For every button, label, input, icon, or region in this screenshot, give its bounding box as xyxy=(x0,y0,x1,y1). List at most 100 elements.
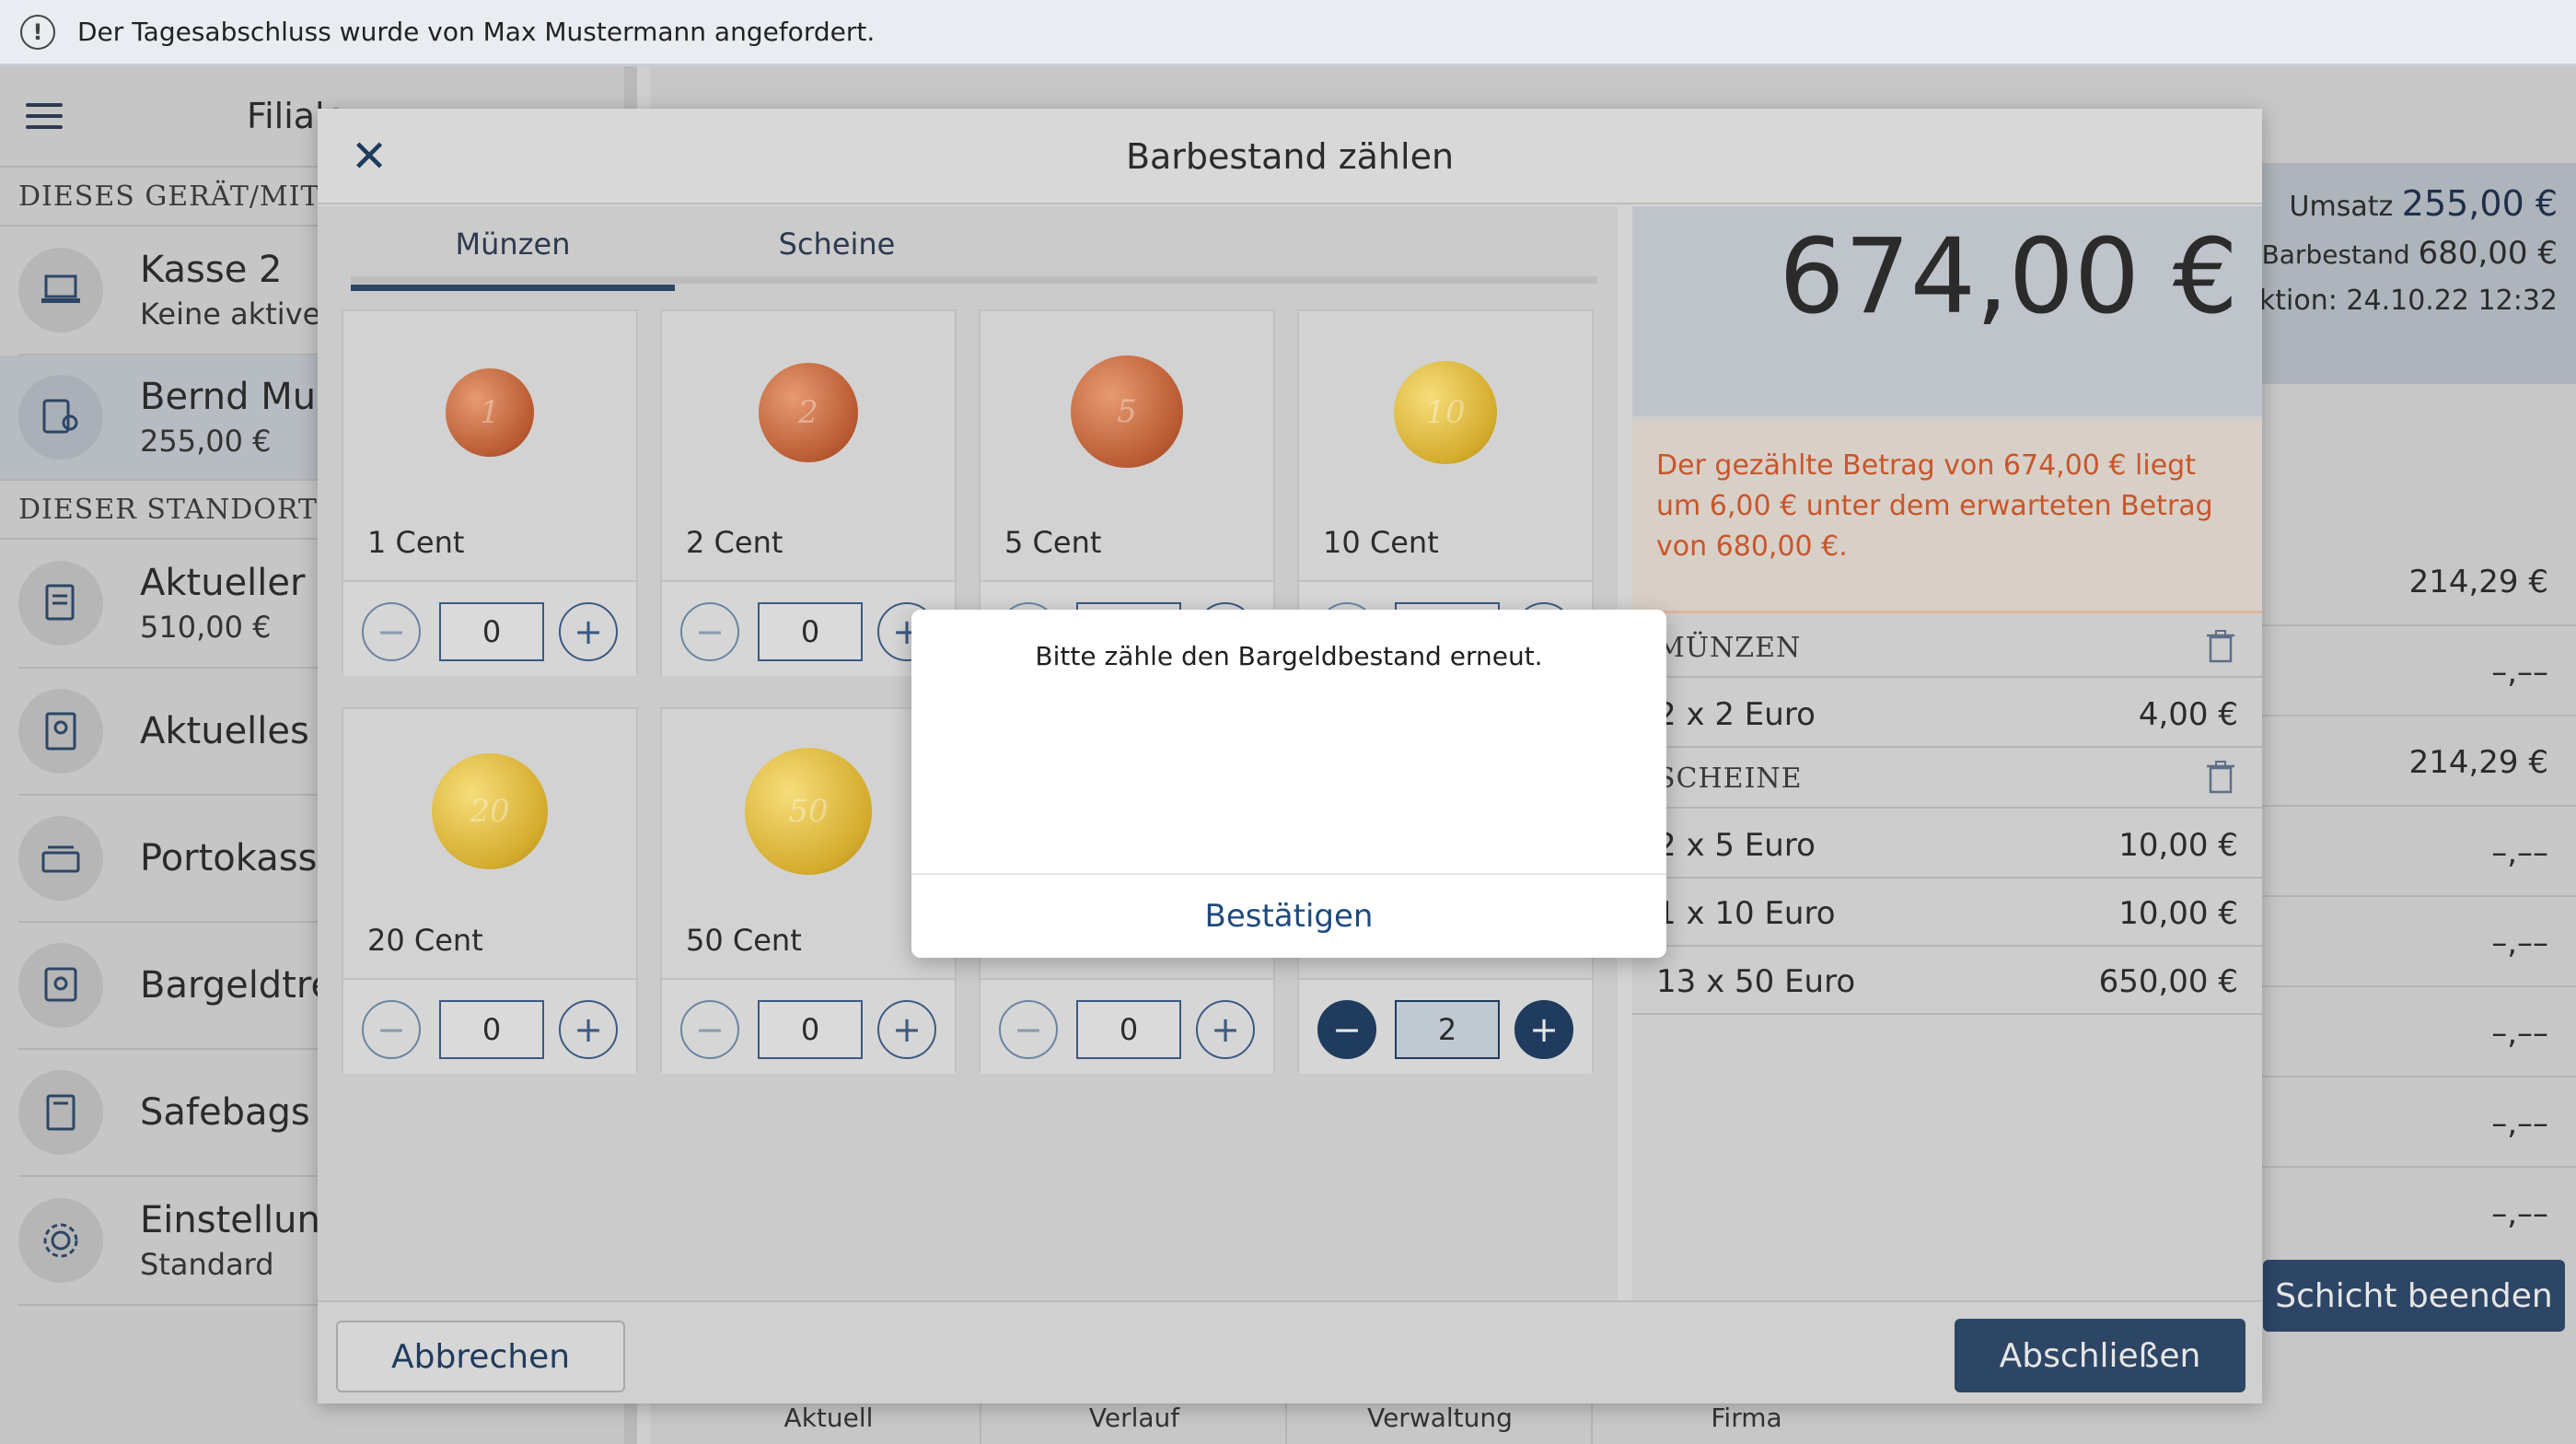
decrement-button[interactable]: − xyxy=(999,1000,1058,1059)
decrement-button[interactable]: − xyxy=(680,1000,739,1059)
coin-card: 1 1 Cent − 0 + xyxy=(342,309,638,676)
confirm-button[interactable]: Bestätigen xyxy=(911,875,1666,958)
ledger-icon xyxy=(18,689,103,774)
barbestand-value: 680,00 € xyxy=(2418,235,2558,272)
coin-20-cent-icon: 20 xyxy=(432,753,548,869)
coin-10-cent-icon: 10 xyxy=(1394,361,1497,464)
total-display: 674,00 € xyxy=(1632,206,2262,416)
umsatz-value: 255,00 € xyxy=(2401,183,2558,224)
row-value: 214,29 € xyxy=(2408,744,2548,781)
row-value: –,–– xyxy=(2491,925,2548,961)
modal-header: ✕ Barbestand zählen xyxy=(318,109,2262,204)
trash-icon[interactable] xyxy=(2207,761,2234,794)
decrement-button[interactable]: − xyxy=(1317,1000,1376,1059)
row-value: 10,00 € xyxy=(2118,827,2238,864)
coin-label: 5 Cent xyxy=(1004,525,1102,560)
list-row: –,–– xyxy=(2259,1077,2576,1168)
row-label: 2 x 2 Euro xyxy=(1656,696,1816,733)
increment-button[interactable]: + xyxy=(559,1000,618,1059)
list-row: –,–– xyxy=(2259,1168,2576,1258)
coin-2-cent-icon: 2 xyxy=(759,363,858,462)
row-value: –,–– xyxy=(2491,1195,2548,1232)
modal-title: Barbestand zählen xyxy=(1125,136,1455,177)
list-row: –,–– xyxy=(2259,807,2576,897)
increment-button[interactable]: + xyxy=(877,1000,936,1059)
coin-label: 50 Cent xyxy=(686,923,802,958)
row-value: –,–– xyxy=(2491,834,2548,871)
coin-1-cent-icon: 1 xyxy=(446,368,534,457)
decrement-button[interactable]: − xyxy=(362,1000,421,1059)
increment-button[interactable]: + xyxy=(559,602,618,661)
user-register-icon xyxy=(18,375,103,460)
menu-icon[interactable] xyxy=(26,96,63,136)
coin-card: 20 20 Cent − 0 + xyxy=(342,707,638,1074)
total-amount: 674,00 € xyxy=(1779,217,2238,337)
coin-label: 20 Cent xyxy=(367,923,483,958)
laptop-icon xyxy=(18,248,103,332)
summary-panel: Umsatz 255,00 € Barbestand 680,00 € sakt… xyxy=(2228,163,2576,384)
list-row: 214,29 € xyxy=(2259,716,2576,807)
list-row: –,–– xyxy=(2259,626,2576,716)
increment-button[interactable]: + xyxy=(1196,1000,1255,1059)
end-shift-button[interactable]: Schicht beenden xyxy=(2263,1260,2565,1332)
count-input[interactable]: 0 xyxy=(758,602,863,661)
umsatz-label: Umsatz xyxy=(2289,191,2394,223)
tab-muenzen[interactable]: Münzen xyxy=(351,227,675,291)
notification-text: Der Tagesabschluss wurde von Max Musterm… xyxy=(77,17,876,47)
count-input[interactable]: 2 xyxy=(1395,1000,1500,1059)
row-value: –,–– xyxy=(2491,1105,2548,1142)
section-title: MÜNZEN xyxy=(1656,632,1802,664)
increment-button[interactable]: + xyxy=(1514,1000,1573,1059)
decrement-button[interactable]: − xyxy=(680,602,739,661)
list-row: 214,29 € xyxy=(2259,536,2576,626)
trash-icon[interactable] xyxy=(2207,630,2234,663)
row-label: 13 x 50 Euro xyxy=(1656,963,1856,1000)
row-value: 4,00 € xyxy=(2138,696,2238,733)
notification-bar: ! Der Tagesabschluss wurde von Max Muste… xyxy=(0,0,2576,66)
row-label: 1 x 10 Euro xyxy=(1656,895,1836,932)
coin-face-number: 5 xyxy=(1117,393,1137,430)
difference-warning: Der gezählte Betrag von 674,00 € liegt u… xyxy=(1632,420,2262,613)
summary-row: 13 x 50 Euro 650,00 € xyxy=(1632,947,2262,1015)
list-row: –,–– xyxy=(2259,987,2576,1077)
info-icon: ! xyxy=(20,14,55,50)
warning-text: Der gezählte Betrag von 674,00 € liegt u… xyxy=(1656,449,2213,563)
denomination-tabs: Münzen Scheine xyxy=(351,206,1597,291)
count-input[interactable]: 0 xyxy=(439,602,544,661)
decrement-button[interactable]: − xyxy=(362,602,421,661)
count-input[interactable]: 0 xyxy=(1076,1000,1181,1059)
modal-footer: Abbrechen Abschließen xyxy=(318,1300,2262,1403)
count-summary-pane: 674,00 € Der gezählte Betrag von 674,00 … xyxy=(1632,206,2262,1300)
alert-message: Bitte zähle den Bargeldbestand erneut. xyxy=(1035,641,1543,671)
gear-icon xyxy=(18,1198,103,1283)
row-value: –,–– xyxy=(2491,1015,2548,1052)
coin-face-number: 10 xyxy=(1425,394,1466,431)
receipt-icon xyxy=(18,561,103,646)
notes-section-header: SCHEINE xyxy=(1632,748,2262,809)
cash-drawer-icon xyxy=(18,816,103,901)
coin-face-number: 2 xyxy=(798,394,818,431)
sidebar-item-label: Safebags xyxy=(140,1091,310,1134)
transaction-time: saktion: 24.10.22 12:32 xyxy=(2227,285,2558,317)
coin-face-number: 1 xyxy=(480,394,500,431)
row-label: 2 x 5 Euro xyxy=(1656,827,1816,864)
coin-5-cent-icon: 5 xyxy=(1071,355,1183,468)
count-input[interactable]: 0 xyxy=(758,1000,863,1059)
coin-label: 10 Cent xyxy=(1323,525,1439,560)
barbestand-label: Barbestand xyxy=(2261,239,2410,270)
coin-face-number: 20 xyxy=(470,793,510,830)
coins-section-header: MÜNZEN xyxy=(1632,617,2262,678)
cancel-button[interactable]: Abbrechen xyxy=(336,1321,625,1392)
row-value: 650,00 € xyxy=(2098,963,2238,1000)
finish-button[interactable]: Abschließen xyxy=(1955,1319,2245,1392)
list-row: –,–– xyxy=(2259,897,2576,987)
summary-row: 2 x 5 Euro 10,00 € xyxy=(1632,810,2262,879)
coin-face-number: 50 xyxy=(788,793,829,830)
count-input[interactable]: 0 xyxy=(439,1000,544,1059)
section-title: SCHEINE xyxy=(1656,763,1803,795)
tab-scheine[interactable]: Scheine xyxy=(675,227,999,262)
summary-row: 2 x 2 Euro 4,00 € xyxy=(1632,680,2262,748)
alert-dialog: Bitte zähle den Bargeldbestand erneut. B… xyxy=(911,610,1666,958)
row-value: 214,29 € xyxy=(2408,564,2548,600)
row-value: –,–– xyxy=(2491,654,2548,691)
